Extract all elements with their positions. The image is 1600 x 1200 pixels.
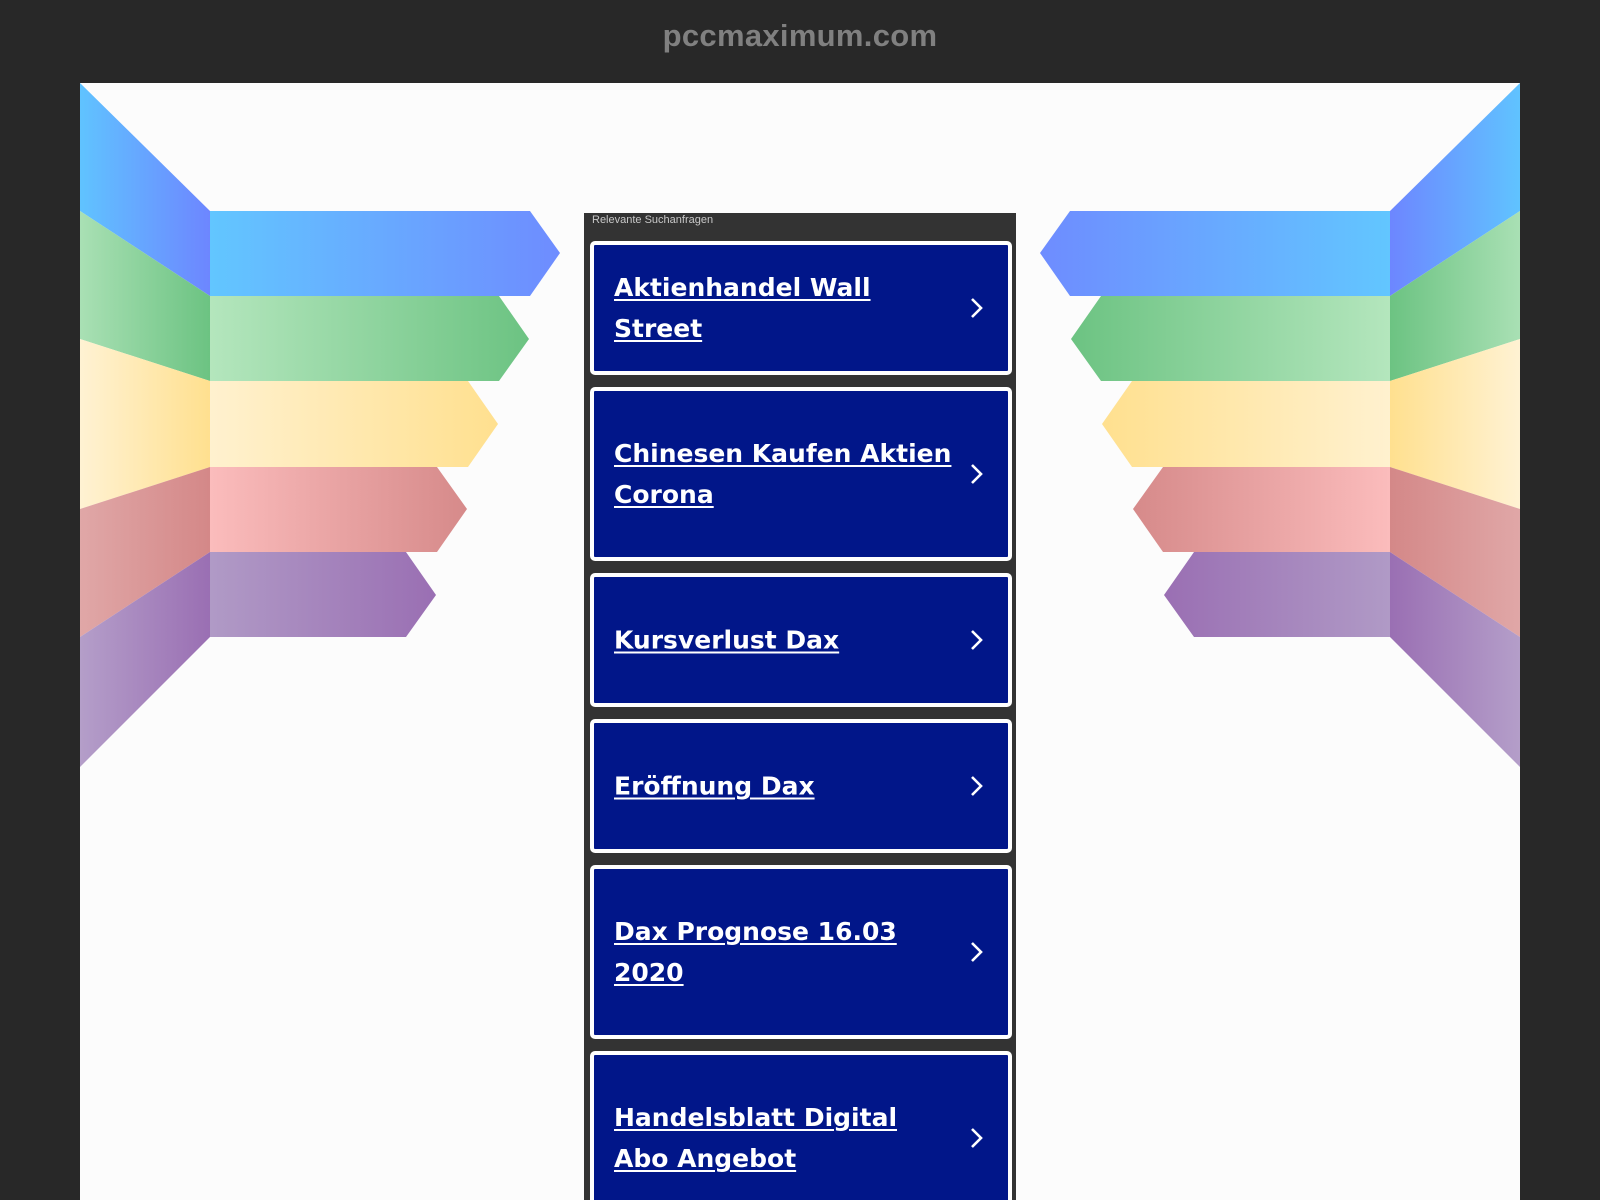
site-title: pccmaximum.com xyxy=(662,18,938,53)
chevron-right-icon xyxy=(971,464,983,484)
related-search-link-1[interactable]: Aktienhandel Wall Street xyxy=(590,241,1012,375)
related-searches-panel: Relevante Suchanfragen Aktienhandel Wall… xyxy=(584,213,1016,1200)
chevron-right-icon xyxy=(971,298,983,318)
chevron-right-icon xyxy=(971,1128,983,1148)
ribbon-left-green xyxy=(210,296,529,381)
related-search-link-6[interactable]: Handelsblatt Digital Abo Angebot xyxy=(590,1051,1012,1200)
link-label[interactable]: Chinesen Kaufen Aktien Corona xyxy=(614,433,954,515)
ribbon-right-green xyxy=(1071,296,1390,381)
link-label[interactable]: Eröffnung Dax xyxy=(614,766,954,807)
related-search-link-2[interactable]: Chinesen Kaufen Aktien Corona xyxy=(590,387,1012,561)
chevron-right-icon xyxy=(971,942,983,962)
ribbon-left-blue xyxy=(210,211,560,296)
ribbon-left-yellow xyxy=(210,381,498,467)
ribbon-left-red xyxy=(210,467,467,552)
related-search-link-4[interactable]: Eröffnung Dax xyxy=(590,719,1012,853)
ribbon-right-blue xyxy=(1040,211,1390,296)
link-label[interactable]: Aktienhandel Wall Street xyxy=(614,267,954,349)
related-search-link-3[interactable]: Kursverlust Dax xyxy=(590,573,1012,707)
link-label[interactable]: Dax Prognose 16.03 2020 xyxy=(614,911,954,993)
link-label[interactable]: Handelsblatt Digital Abo Angebot xyxy=(614,1097,954,1179)
chevron-right-icon xyxy=(971,776,983,796)
ribbon-right-red xyxy=(1133,467,1390,552)
chevron-right-icon xyxy=(971,630,983,650)
link-label[interactable]: Kursverlust Dax xyxy=(614,620,954,661)
related-search-links: Aktienhandel Wall Street Chinesen Kaufen… xyxy=(590,241,1012,1200)
ribbon-right-purple xyxy=(1164,552,1390,637)
ribbon-left-purple xyxy=(210,552,436,637)
ribbon-right-yellow xyxy=(1102,381,1390,467)
panel-label: Relevante Suchanfragen xyxy=(592,214,714,226)
header: pccmaximum.com xyxy=(0,0,1600,82)
content-area: Relevante Suchanfragen Aktienhandel Wall… xyxy=(80,83,1520,1200)
related-search-link-5[interactable]: Dax Prognose 16.03 2020 xyxy=(590,865,1012,1039)
